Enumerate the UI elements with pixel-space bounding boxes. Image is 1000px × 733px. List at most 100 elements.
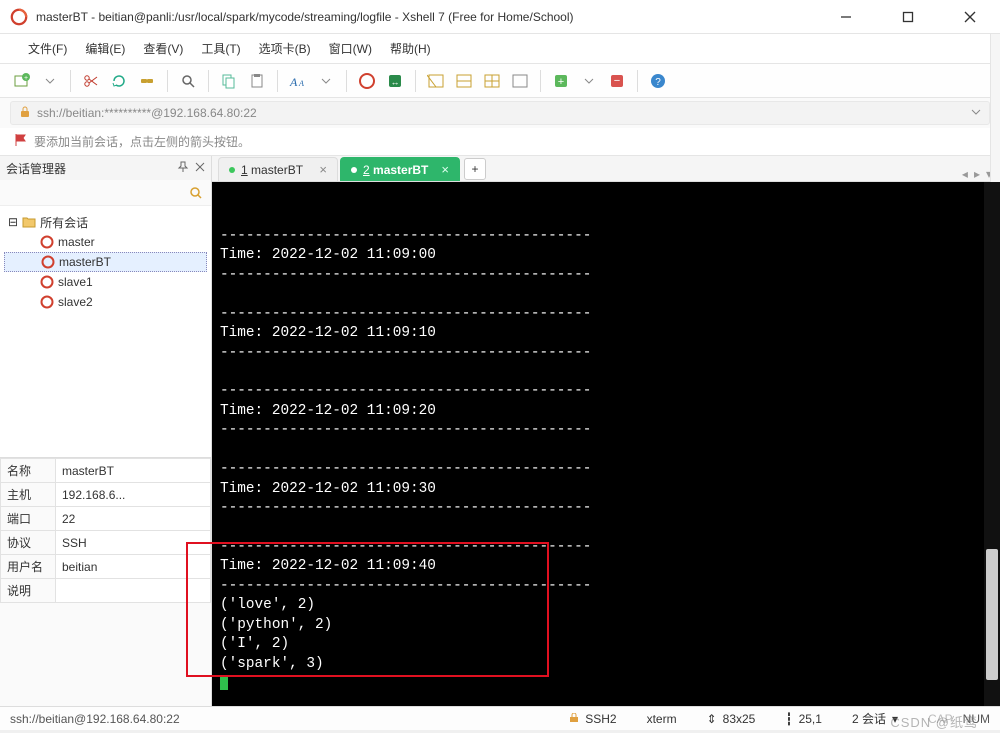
status-bar: ssh://beitian@192.168.64.80:22 SSH2 xter… (0, 706, 1000, 730)
status-ssh: SSH2 (585, 712, 616, 726)
help-icon[interactable]: ? (646, 69, 670, 93)
terminal[interactable]: ----------------------------------------… (212, 182, 1000, 706)
prop-key: 端口 (1, 507, 56, 531)
pin-icon[interactable] (177, 161, 189, 176)
status-size: 83x25 (723, 712, 756, 726)
remove-red-icon[interactable]: − (605, 69, 629, 93)
copy-icon[interactable] (217, 69, 241, 93)
prop-value: SSH (56, 531, 211, 555)
session-icon (41, 255, 55, 269)
menubar: 文件(F) 编辑(E) 查看(V) 工具(T) 选项卡(B) 窗口(W) 帮助(… (0, 34, 1000, 64)
session-label: slave1 (58, 275, 93, 289)
layout2-icon[interactable] (452, 69, 476, 93)
session-item-slave1[interactable]: slave1 (4, 272, 207, 292)
tab-2[interactable]: 2 masterBT × (340, 157, 460, 181)
session-manager-panel: 会话管理器 ⊟ 所有会话 mastermasterBTslave1slave2 … (0, 156, 212, 706)
session-item-slave2[interactable]: slave2 (4, 292, 207, 312)
tab-prev-icon[interactable]: ◂ (962, 167, 968, 181)
close-icon[interactable] (195, 161, 205, 176)
scissors-icon[interactable] (79, 69, 103, 93)
session-manager-title: 会话管理器 (6, 160, 66, 177)
reconnect-icon[interactable] (107, 69, 131, 93)
session-manager-header: 会话管理器 (0, 156, 211, 180)
minimize-button[interactable] (828, 2, 864, 32)
tab-label: 2 masterBT (363, 163, 428, 177)
toolbar-divider (70, 70, 71, 92)
menu-window[interactable]: 窗口(W) (329, 40, 372, 57)
session-label: masterBT (59, 255, 111, 269)
menu-tools[interactable]: 工具(T) (201, 40, 240, 57)
toolbar-divider (346, 70, 347, 92)
layout1-icon[interactable] (424, 69, 448, 93)
session-properties: 名称masterBT主机192.168.6...端口22协议SSH用户名beit… (0, 457, 211, 603)
new-session-button[interactable]: + (10, 69, 34, 93)
prop-value (56, 579, 211, 603)
disconnect-icon[interactable] (135, 69, 159, 93)
new-tab-dropdown[interactable] (38, 69, 62, 93)
status-term: xterm (647, 712, 677, 726)
session-tree: ⊟ 所有会话 master masterBT slave1 slave2 (0, 206, 211, 457)
watermark: CSDN @纸鸾 (890, 712, 978, 731)
maximize-button[interactable] (890, 2, 926, 32)
search-icon[interactable] (176, 69, 200, 93)
window-title: masterBT - beitian@panli:/usr/local/spar… (36, 10, 828, 24)
cursor-icon: ┇ (785, 712, 792, 726)
lock-icon (19, 106, 31, 121)
add-green-icon[interactable]: + (549, 69, 573, 93)
tab-next-icon[interactable]: ▸ (974, 167, 980, 181)
svg-text:+: + (558, 76, 564, 88)
chevron-down-icon[interactable] (971, 106, 981, 120)
tree-root-label: 所有会话 (40, 214, 88, 231)
menu-tabs[interactable]: 选项卡(B) (259, 40, 311, 57)
status-sessions: 2 会话 (852, 710, 886, 727)
app-icon (10, 8, 28, 26)
folder-icon (22, 216, 36, 228)
fullscreen-icon[interactable] (508, 69, 532, 93)
svg-text:−: − (614, 75, 620, 87)
svg-text:A: A (298, 79, 304, 88)
dropdown-icon[interactable] (577, 69, 601, 93)
toolbar-divider (540, 70, 541, 92)
menu-view[interactable]: 查看(V) (143, 40, 183, 57)
session-icon (40, 295, 54, 309)
tree-root[interactable]: ⊟ 所有会话 (4, 212, 207, 232)
xftp-icon[interactable]: ↔ (383, 69, 407, 93)
paste-icon[interactable] (245, 69, 269, 93)
xshell-icon[interactable] (355, 69, 379, 93)
titlebar: masterBT - beitian@panli:/usr/local/spar… (0, 0, 1000, 34)
tab-bar: 1 masterBT × 2 masterBT × + ◂ ▸ ▾ (212, 156, 1000, 182)
menu-help[interactable]: 帮助(H) (390, 40, 431, 57)
prop-key: 用户名 (1, 555, 56, 579)
main-area: 会话管理器 ⊟ 所有会话 mastermasterBTslave1slave2 … (0, 156, 1000, 706)
status-dot-icon (229, 167, 235, 173)
menu-file[interactable]: 文件(F) (28, 40, 67, 57)
dropdown-icon[interactable] (314, 69, 338, 93)
terminal-cursor (220, 675, 228, 690)
content-area: 1 masterBT × 2 masterBT × + ◂ ▸ ▾ ------… (212, 156, 1000, 706)
close-button[interactable] (952, 2, 988, 32)
session-search[interactable] (0, 180, 211, 206)
terminal-scrollbar[interactable] (984, 182, 1000, 706)
notice-bar: 要添加当前会话，点击左侧的箭头按钮。 (0, 128, 1000, 156)
new-tab-button[interactable]: + (464, 158, 486, 180)
toolbar-divider (167, 70, 168, 92)
font-icon[interactable]: AA (286, 69, 310, 93)
session-icon (40, 235, 54, 249)
lock-icon (569, 712, 579, 726)
session-item-master[interactable]: master (4, 232, 207, 252)
menu-edit[interactable]: 编辑(E) (85, 40, 125, 57)
prop-value: 192.168.6... (56, 483, 211, 507)
address-text: ssh://beitian:**********@192.168.64.80:2… (37, 106, 257, 120)
svg-text:+: + (24, 75, 28, 82)
resize-icon: ⇕ (707, 712, 717, 726)
tab-close-icon[interactable]: × (441, 162, 449, 177)
session-item-masterBT[interactable]: masterBT (4, 252, 207, 272)
toolbar: + AA ↔ + − ? (0, 64, 1000, 98)
collapse-icon[interactable]: ⊟ (8, 215, 18, 229)
notice-text: 要添加当前会话，点击左侧的箭头按钮。 (34, 133, 250, 150)
session-icon (40, 275, 54, 289)
layout3-icon[interactable] (480, 69, 504, 93)
tab-1[interactable]: 1 masterBT × (218, 157, 338, 181)
tab-close-icon[interactable]: × (319, 162, 327, 177)
address-input[interactable]: ssh://beitian:**********@192.168.64.80:2… (10, 101, 990, 125)
